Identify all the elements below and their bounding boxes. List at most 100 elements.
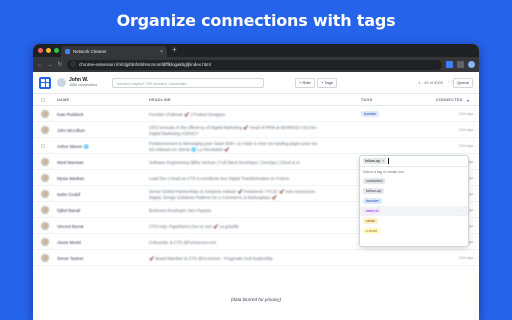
- maximize-window-dot[interactable]: [54, 48, 59, 53]
- text-caret: [388, 158, 389, 164]
- more-options-icon[interactable]: ···: [459, 208, 463, 213]
- window-controls: [38, 48, 59, 53]
- table-header: NAME HEADLINE TAGS CONNECTED ▾: [33, 94, 479, 106]
- tag-option[interactable]: need cf ···: [360, 206, 468, 216]
- user-avatar: [57, 78, 66, 87]
- avatar: [41, 190, 49, 198]
- column-connected[interactable]: CONNECTED: [436, 98, 463, 102]
- table-row[interactable]: Kate Ruddock Founder of Minute 🚀 | Produc…: [33, 106, 479, 122]
- tag-option-label: c-level: [363, 228, 380, 234]
- avatar: [41, 238, 49, 246]
- connection-headline: Founder of Minute 🚀 | Product Designer: [149, 111, 226, 117]
- connection-headline: Cofounder & CTO @Fernscrew.com: [149, 239, 217, 245]
- tag-option-label: founder: [363, 198, 382, 204]
- tag-option[interactable]: contacted: [360, 176, 468, 186]
- connection-name: Vincent Berrat: [57, 223, 84, 229]
- tag-option[interactable]: c-level: [360, 226, 468, 236]
- prev-page-icon[interactable]: ‹: [448, 79, 450, 85]
- sort-desc-icon[interactable]: ▾: [467, 98, 469, 103]
- tag-option[interactable]: vests: [360, 216, 468, 226]
- select-all-checkbox[interactable]: [41, 98, 45, 102]
- avatar: [41, 126, 49, 134]
- avatar: [41, 206, 49, 214]
- minimize-window-dot[interactable]: [46, 48, 51, 53]
- user-info: John W. 1856 connections: [69, 76, 98, 88]
- app-logo-icon: [39, 76, 51, 89]
- reload-icon[interactable]: ↻: [57, 61, 63, 68]
- table-row[interactable]: Arthur Manen 🌐 Positionnement & Messaging…: [33, 138, 479, 154]
- connected-date: 22d ago: [459, 127, 473, 132]
- column-name[interactable]: NAME: [57, 98, 69, 102]
- connection-name: Mysia Wankan: [57, 175, 85, 181]
- address-bar: ← → ↻ ⓘ chrome-extension://mbljpfdnfmbhm…: [33, 57, 479, 72]
- url-field[interactable]: ⓘ chrome-extension://mbljpfdnfmbhmcmomfd…: [67, 59, 442, 70]
- connection-headline: CTO Indy. Papafoto/co but on son 🚀 ca go…: [149, 223, 239, 229]
- remove-tag-icon[interactable]: ×: [382, 159, 384, 163]
- extensions-puzzle-icon[interactable]: [457, 61, 464, 68]
- tag-hint: Select a tag or create one: [363, 170, 405, 174]
- connection-name: Isahn Cedell: [57, 191, 81, 197]
- tab-title: Network Cleaner: [73, 49, 107, 54]
- tag-option-label: vests: [363, 218, 378, 224]
- search-input[interactable]: "venture capital" OR investor -associate: [112, 78, 264, 88]
- connected-date: 22d ago: [459, 143, 473, 148]
- url-text: chrome-extension://mbljpfdnfmbhmcmomfdff…: [79, 62, 211, 67]
- table-row[interactable]: John Mccollum CEO increase in the efficie…: [33, 122, 479, 138]
- connection-name: Wesl Marnsan: [57, 159, 84, 165]
- tag-option-label: contacted: [363, 178, 386, 184]
- extension-icon[interactable]: [446, 61, 453, 68]
- connection-headline-line2: Digital, Design Solutions Platform for e…: [149, 194, 277, 200]
- avatar: [41, 222, 49, 230]
- connection-name: Arthur Manen 🌐: [57, 143, 89, 149]
- connection-headline-line2: tes visiteurs en clients 🌐 La Révolution…: [149, 146, 230, 152]
- back-icon[interactable]: ←: [37, 62, 43, 68]
- table-row[interactable]: Simon Tastner 🚀 Board Member & CTO @Gcmom…: [33, 250, 479, 266]
- tag-pill[interactable]: founder: [361, 110, 380, 117]
- add-role-button[interactable]: + Role: [295, 78, 315, 88]
- profile-avatar-icon[interactable]: [468, 61, 475, 68]
- tag-option-label: follow-up: [363, 188, 385, 194]
- add-tags-button[interactable]: + Tags: [317, 78, 337, 88]
- connected-date: 22d ago: [459, 111, 473, 116]
- tab-favicon-icon: [65, 49, 70, 54]
- site-info-icon[interactable]: ⓘ: [71, 61, 76, 68]
- forward-icon[interactable]: →: [47, 62, 53, 68]
- tag-picker-popup: follow-up × Select a tag or create one c…: [359, 155, 469, 247]
- promo-title: Organize connections with tags: [116, 11, 396, 30]
- connection-name: Alexis Mertel: [57, 239, 81, 245]
- new-tab-button[interactable]: +: [172, 45, 177, 54]
- connection-headline: Software Engineering @the Venture | Full…: [149, 159, 300, 165]
- column-tags[interactable]: TAGS: [361, 98, 372, 102]
- user-name: John W.: [69, 76, 89, 83]
- tab-bar: Network Cleaner × +: [33, 44, 479, 57]
- connection-headline: Lead Dev | Head as CTO à excellente leur…: [149, 175, 290, 181]
- avatar: [41, 254, 49, 262]
- tag-options-list: contacted follow-up founder need cf ··· vests…: [360, 176, 468, 236]
- tag-option-label: need cf: [363, 208, 382, 214]
- pagination-text: 1 - 45 of 5000: [418, 80, 443, 85]
- column-headline[interactable]: HEADLINE: [149, 98, 171, 102]
- tag-option[interactable]: follow-up: [360, 186, 468, 196]
- tag-input[interactable]: follow-up ×: [360, 156, 468, 167]
- connection-headline: 🚀 Board Member & CTO @Gcmomm - Pragmatic…: [149, 255, 273, 261]
- row-checkbox[interactable]: [41, 144, 45, 148]
- user-connections-count: 1856 connections: [69, 82, 98, 87]
- close-window-dot[interactable]: [38, 48, 43, 53]
- tag-option[interactable]: founder: [360, 196, 468, 206]
- connection-headline: Positionnement & Messaging pour SaaS B2B…: [149, 140, 317, 146]
- tab-network-cleaner[interactable]: Network Cleaner ×: [61, 46, 167, 57]
- connection-name: Djibel Banali: [57, 207, 81, 213]
- connection-headline: Business Developer Vieo Payana: [149, 207, 212, 213]
- queue-button[interactable]: Queue: [452, 78, 473, 88]
- avatar: [41, 158, 49, 166]
- connection-name: Simon Tastner: [57, 255, 84, 261]
- tab-close-icon[interactable]: ×: [160, 49, 163, 55]
- tag-chip-label: follow-up: [365, 159, 381, 163]
- avatar: [41, 174, 49, 182]
- connected-date: 22d ago: [459, 255, 473, 260]
- browser-window: Network Cleaner × + ← → ↻ ⓘ chrome-exten…: [33, 44, 479, 320]
- connection-name: Kate Ruddock: [57, 111, 84, 117]
- tag-chip: follow-up ×: [363, 158, 387, 164]
- avatar: [41, 110, 49, 118]
- connection-name: John Mccollum: [57, 127, 85, 133]
